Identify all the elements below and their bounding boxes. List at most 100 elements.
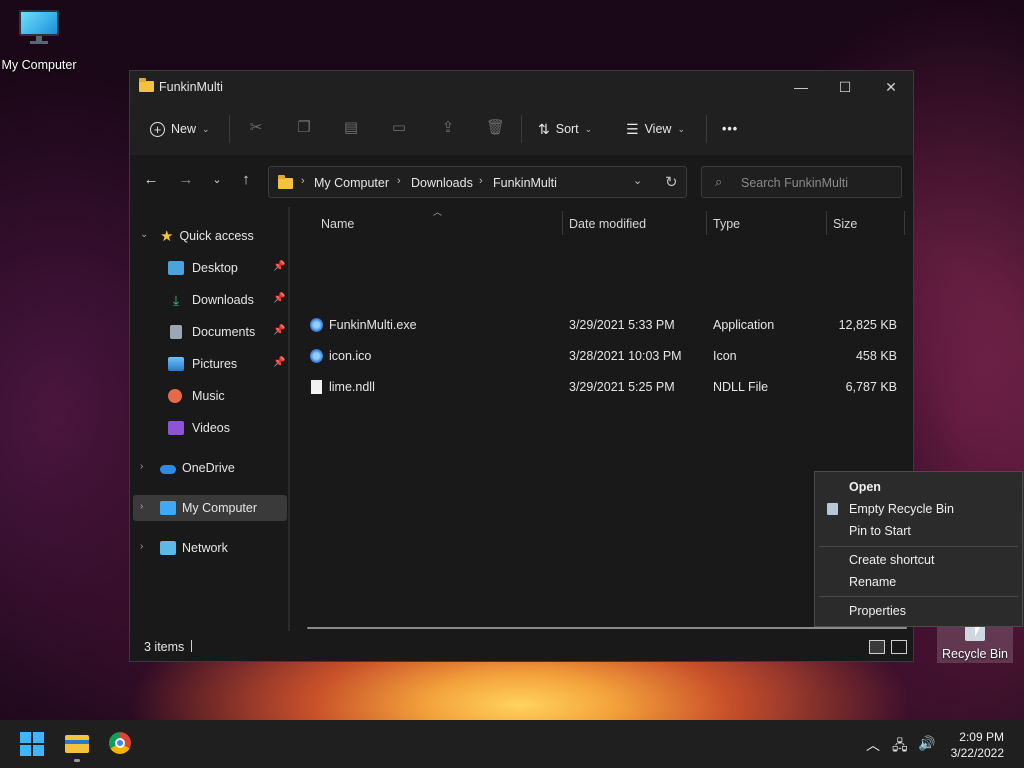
sidebar-item-my-computer[interactable]: My Computer: [160, 495, 257, 521]
breadcrumb-my-computer[interactable]: My Computer: [314, 176, 389, 190]
paste-icon[interactable]: ▤: [342, 119, 360, 137]
maximize-button[interactable]: ☐: [822, 75, 868, 99]
desktop-my-computer[interactable]: My Computer: [0, 10, 78, 72]
expand-onedrive-chevron-icon[interactable]: ›: [140, 461, 143, 472]
sidebar-item-documents[interactable]: Documents: [168, 319, 255, 345]
sidebar-item-label: Videos: [192, 421, 230, 435]
rename-icon[interactable]: ▭: [390, 119, 408, 137]
minimize-button[interactable]: —: [778, 75, 824, 99]
sort-button[interactable]: ⇅ Sort ⌄: [538, 115, 592, 143]
file-size: 12,825 KB: [838, 318, 897, 332]
folder-icon: [139, 78, 154, 92]
view-button[interactable]: ☰ View ⌄: [626, 115, 685, 143]
breadcrumb-downloads[interactable]: Downloads: [411, 176, 473, 190]
menu-item-open[interactable]: Open: [849, 480, 881, 494]
menu-item-rename[interactable]: Rename: [849, 575, 896, 589]
separator: [521, 115, 522, 143]
sort-icon: ⇅: [538, 120, 550, 137]
pin-icon[interactable]: 📌: [273, 261, 285, 272]
menu-item-create-shortcut[interactable]: Create shortcut: [849, 553, 934, 567]
folder-icon: [65, 735, 89, 753]
delete-icon[interactable]: 🗑: [486, 119, 505, 137]
search-icon: ⌕: [715, 174, 723, 189]
column-divider[interactable]: [826, 211, 827, 235]
blank-file-icon: [311, 380, 322, 394]
new-button[interactable]: + New ⌄: [150, 115, 210, 143]
cut-icon[interactable]: ✂: [247, 119, 265, 137]
expand-my-computer-chevron-icon[interactable]: ›: [140, 501, 143, 512]
table-row[interactable]: FunkinMulti.exe 3/29/2021 5:33 PM Applic…: [290, 310, 913, 340]
up-arrow-icon[interactable]: ↑: [236, 170, 256, 190]
star-icon: ★: [160, 228, 174, 245]
menu-item-pin-to-start[interactable]: Pin to Start: [849, 524, 911, 538]
context-menu: Open Empty Recycle Bin Pin to Start Crea…: [814, 471, 1023, 627]
clock[interactable]: 2:09 PM 3/22/2022: [951, 729, 1004, 761]
chrome-taskbar-button[interactable]: [109, 732, 133, 756]
copy-icon[interactable]: ❐: [295, 119, 313, 137]
search-box[interactable]: ⌕ Search FunkinMulti: [701, 166, 902, 198]
share-icon[interactable]: ⇪: [439, 119, 457, 137]
desktop-recycle-bin-label: Recycle Bin: [942, 647, 1008, 661]
file-size: 6,787 KB: [845, 380, 897, 394]
breadcrumb-chevron-icon: ›: [301, 175, 305, 187]
table-row[interactable]: lime.ndll 3/29/2021 5:25 PM NDLL File 6,…: [290, 372, 913, 402]
start-button[interactable]: [20, 732, 44, 756]
expand-quick-access-chevron-icon[interactable]: ⌄: [140, 229, 148, 240]
details-view-icon[interactable]: [869, 640, 885, 654]
folder-icon: [278, 175, 293, 189]
menu-item-empty-recycle-bin[interactable]: Empty Recycle Bin: [849, 502, 954, 516]
sidebar-item-music[interactable]: Music: [168, 383, 225, 409]
monitor-icon: [19, 10, 59, 44]
large-icons-view-icon[interactable]: [891, 640, 907, 654]
sort-ascending-icon: ︿: [433, 207, 443, 217]
sidebar-item-label: Downloads: [192, 293, 254, 307]
table-row[interactable]: icon.ico 3/28/2021 10:03 PM Icon 458 KB: [290, 341, 913, 371]
column-header-size[interactable]: Size: [833, 217, 857, 231]
view-label: View: [644, 122, 672, 136]
column-divider[interactable]: [562, 211, 563, 235]
recent-locations-chevron-icon[interactable]: ⌄: [207, 170, 227, 190]
sidebar-item-label: Pictures: [192, 357, 238, 371]
column-header-type[interactable]: Type: [713, 217, 740, 231]
file-type: Icon: [713, 349, 737, 363]
network-icon: [160, 541, 176, 555]
desktop-my-computer-label: My Computer: [1, 58, 77, 72]
title-bar[interactable]: FunkinMulti — ☐ ✕: [130, 71, 913, 103]
column-header-date-modified[interactable]: Date modified: [569, 217, 646, 231]
close-button[interactable]: ✕: [868, 75, 914, 99]
forward-arrow-icon[interactable]: →: [176, 170, 196, 190]
column-header-name[interactable]: Name: [321, 217, 354, 231]
folder-tab-icon: [65, 740, 89, 744]
file-explorer-taskbar-button[interactable]: [65, 732, 89, 762]
sidebar-item-pictures[interactable]: Pictures: [168, 351, 237, 377]
refresh-icon[interactable]: ↻: [665, 173, 678, 191]
file-date: 3/29/2021 5:25 PM: [569, 380, 675, 394]
sidebar-item-onedrive[interactable]: OneDrive: [160, 455, 235, 481]
back-arrow-icon[interactable]: ←: [141, 170, 161, 190]
volume-icon[interactable]: 🔊: [918, 735, 935, 752]
file-name: FunkinMulti.exe: [329, 318, 417, 332]
pin-icon[interactable]: 📌: [273, 293, 285, 304]
file-type: NDLL File: [713, 380, 769, 394]
sidebar-item-videos[interactable]: Videos: [168, 415, 230, 441]
sidebar-item-network[interactable]: Network: [160, 535, 228, 561]
expand-network-chevron-icon[interactable]: ›: [140, 541, 143, 552]
sidebar-item-quick-access[interactable]: ★ Quick access: [160, 223, 254, 249]
column-divider[interactable]: [706, 211, 707, 235]
column-divider[interactable]: [904, 211, 905, 235]
horizontal-scrollbar[interactable]: [307, 627, 907, 629]
address-dropdown-icon[interactable]: ⌄: [633, 174, 642, 187]
menu-item-properties[interactable]: Properties: [849, 604, 906, 618]
chevron-down-icon: ⌄: [584, 123, 593, 134]
sidebar-item-desktop[interactable]: Desktop: [168, 255, 238, 281]
more-options-button[interactable]: •••: [722, 115, 738, 143]
pin-icon[interactable]: 📌: [273, 325, 285, 336]
menu-separator: [819, 596, 1018, 597]
sidebar-item-downloads[interactable]: ⤓ Downloads: [168, 287, 254, 313]
address-bar[interactable]: › My Computer › Downloads › FunkinMulti …: [268, 166, 687, 198]
network-status-icon[interactable]: 🖧: [892, 735, 908, 759]
document-icon: [170, 325, 182, 339]
show-hidden-icons-chevron-icon[interactable]: ︿: [866, 735, 880, 755]
pin-icon[interactable]: 📌: [273, 357, 285, 368]
breadcrumb-funkinmulti[interactable]: FunkinMulti: [493, 176, 557, 190]
